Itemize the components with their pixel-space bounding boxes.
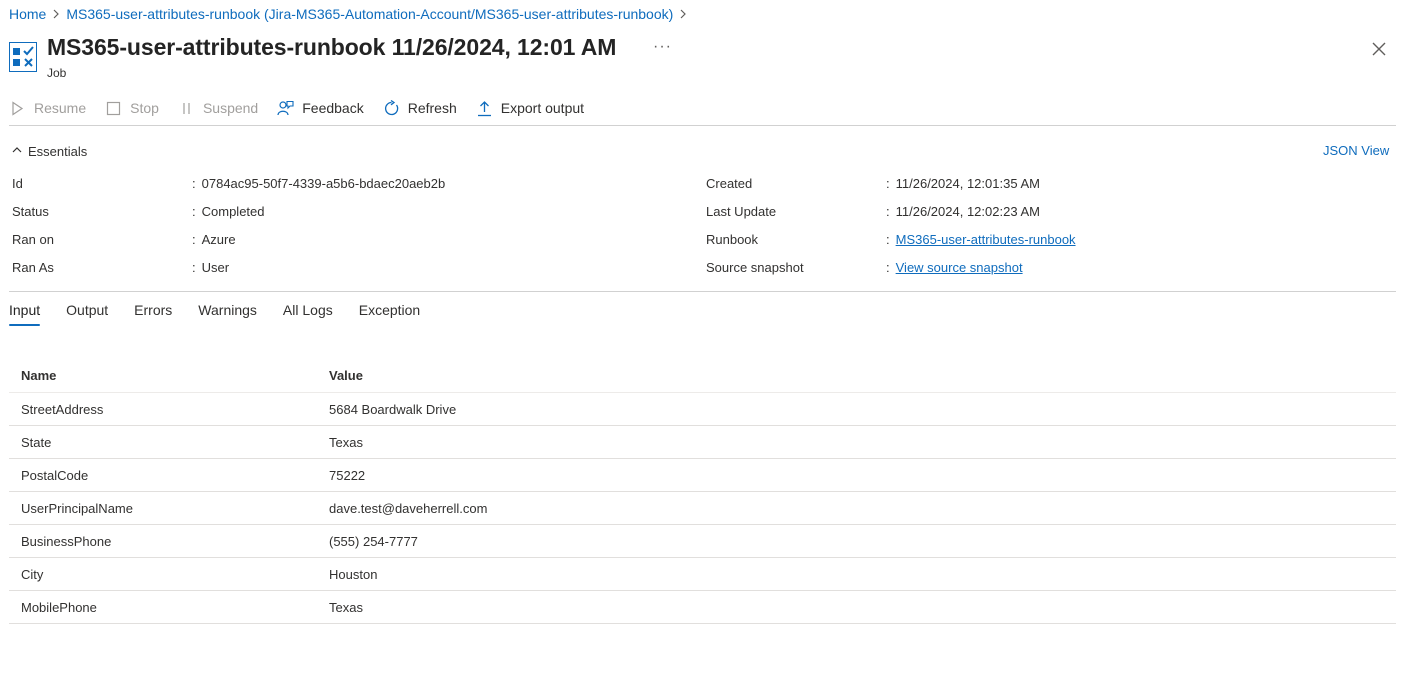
view-source-snapshot-link[interactable]: View source snapshot: [896, 260, 1023, 275]
param-value: Houston: [329, 566, 378, 582]
essentials-value-id: :0784ac95-50f7-4339-a5b6-bdaec20aeb2b: [192, 176, 446, 191]
param-value: Texas: [329, 599, 363, 615]
export-output-label: Export output: [500, 100, 585, 116]
essentials-label-last-update: Last Update: [706, 204, 777, 219]
refresh-icon: [383, 99, 408, 117]
chevron-up-icon: [11, 144, 28, 159]
refresh-label: Refresh: [407, 100, 457, 116]
table-row: State Texas: [9, 426, 1396, 459]
essentials-toggle[interactable]: Essentials: [11, 144, 87, 159]
input-parameters-table: Name Value StreetAddress 5684 Boardwalk …: [9, 358, 1396, 624]
table-header-row: Name Value: [9, 358, 1396, 393]
column-header-value: Value: [329, 367, 363, 383]
export-output-button[interactable]: Export output: [476, 100, 584, 117]
table-row: BusinessPhone (555) 254-7777: [9, 525, 1396, 558]
essentials-label-status: Status: [12, 204, 49, 219]
tab-errors[interactable]: Errors: [134, 302, 172, 326]
essentials-label-id: Id: [12, 176, 23, 191]
table-row: UserPrincipalName dave.test@daveherrell.…: [9, 492, 1396, 525]
resume-button[interactable]: Resume: [9, 100, 86, 117]
chevron-right-icon: [677, 8, 689, 20]
table-row: City Houston: [9, 558, 1396, 591]
table-row: PostalCode 75222: [9, 459, 1396, 492]
stop-button[interactable]: Stop: [105, 100, 159, 117]
tab-all-logs[interactable]: All Logs: [283, 302, 333, 326]
column-header-name: Name: [21, 367, 57, 383]
essentials-label-runbook: Runbook: [706, 232, 759, 247]
stop-icon: [105, 100, 130, 117]
param-value: Texas: [329, 434, 363, 450]
param-name: PostalCode: [21, 467, 89, 483]
tab-exception[interactable]: Exception: [359, 302, 420, 326]
essentials-label-created: Created: [706, 176, 753, 191]
resume-label: Resume: [34, 100, 87, 116]
essentials-value-created: :11/26/2024, 12:01:35 AM: [886, 176, 1040, 191]
essentials-value-runbook: : MS365-user-attributes-runbook: [886, 232, 1076, 247]
param-name: UserPrincipalName: [21, 500, 133, 516]
feedback-button[interactable]: Feedback: [277, 100, 364, 117]
essentials-label-source-snapshot: Source snapshot: [706, 260, 804, 275]
essentials-value-last-update: :11/26/2024, 12:02:23 AM: [886, 204, 1040, 219]
param-value: 5684 Boardwalk Drive: [329, 401, 457, 417]
chevron-right-icon: [50, 8, 62, 20]
job-icon: [9, 42, 37, 72]
refresh-button[interactable]: Refresh: [383, 99, 457, 117]
essentials-value-ran-on: : Azure: [192, 232, 236, 247]
page-title: MS365-user-attributes-runbook 11/26/2024…: [47, 34, 617, 60]
table-row: MobilePhone Texas: [9, 591, 1396, 624]
more-options-button[interactable]: ···: [653, 38, 672, 56]
json-view-link[interactable]: JSON View: [1323, 143, 1389, 158]
essentials-label-ran-as: Ran As: [12, 260, 54, 275]
param-name: State: [21, 434, 52, 450]
page-subtitle: Job: [47, 66, 67, 80]
suspend-label: Suspend: [202, 100, 259, 116]
close-icon[interactable]: [1370, 40, 1388, 58]
play-icon: [9, 100, 34, 117]
feedback-label: Feedback: [302, 100, 364, 116]
suspend-button[interactable]: Suspend: [178, 100, 258, 117]
pause-icon: [178, 100, 203, 117]
upload-icon: [476, 100, 501, 117]
param-name: MobilePhone: [21, 599, 97, 615]
essentials-label: Essentials: [28, 144, 88, 159]
tab-output[interactable]: Output: [66, 302, 108, 326]
tab-input[interactable]: Input: [9, 302, 41, 326]
param-name: StreetAddress: [21, 401, 104, 417]
essentials-value-source-snapshot: : View source snapshot: [886, 260, 1023, 275]
breadcrumb: Home MS365-user-attributes-runbook (Jira…: [9, 6, 693, 22]
essentials-value-ran-as: : User: [192, 260, 230, 275]
param-value: dave.test@daveherrell.com: [329, 500, 488, 516]
param-value: 75222: [329, 467, 366, 483]
runbook-link[interactable]: MS365-user-attributes-runbook: [896, 232, 1076, 247]
param-value: (555) 254-7777: [329, 533, 418, 549]
essentials-value-status: : Completed: [192, 204, 265, 219]
essentials-label-ran-on: Ran on: [12, 232, 54, 247]
toolbar: Resume Stop Suspend Feedback Refresh Exp…: [9, 96, 603, 120]
param-name: City: [21, 566, 44, 582]
essentials-divider: [9, 291, 1396, 292]
breadcrumb-runbook-link[interactable]: MS365-user-attributes-runbook (Jira-MS36…: [66, 6, 673, 22]
stop-label: Stop: [130, 100, 159, 116]
toolbar-divider: [9, 125, 1396, 126]
param-name: BusinessPhone: [21, 533, 112, 549]
feedback-icon: [277, 100, 302, 117]
breadcrumb-home-link[interactable]: Home: [9, 6, 46, 22]
tab-bar: Input Output Errors Warnings All Logs Ex…: [9, 302, 446, 326]
table-row: StreetAddress 5684 Boardwalk Drive: [9, 393, 1396, 426]
tab-warnings[interactable]: Warnings: [198, 302, 257, 326]
